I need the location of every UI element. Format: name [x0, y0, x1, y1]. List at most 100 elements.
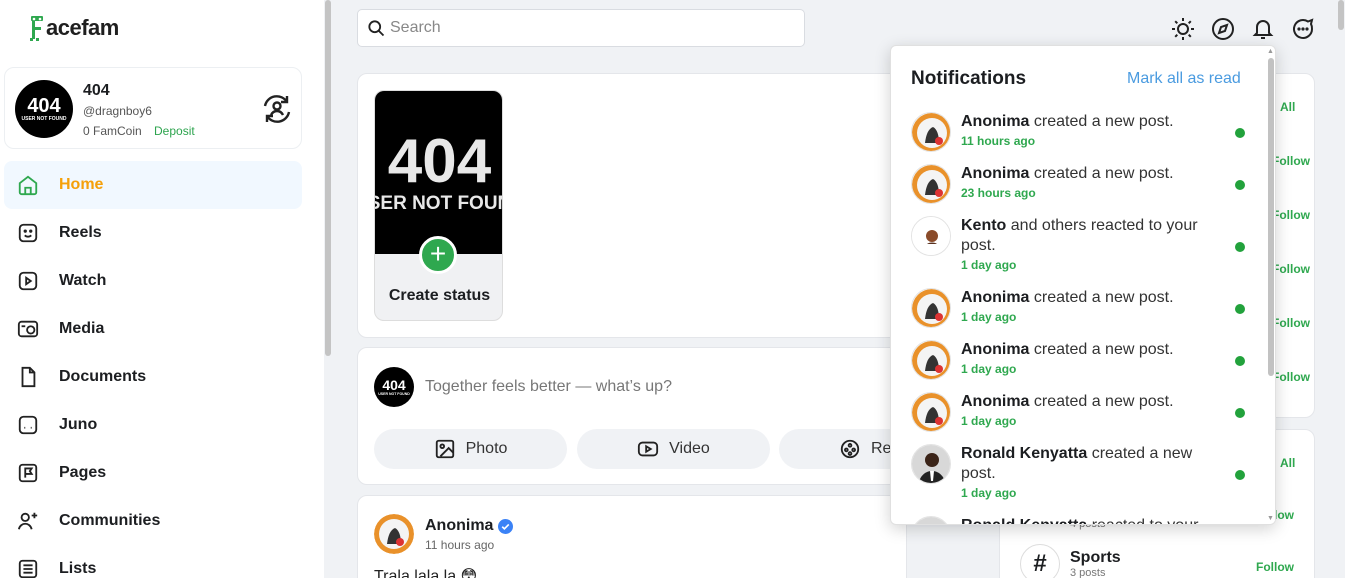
follow-button[interactable]: Follow [1272, 154, 1310, 168]
notifications-dropdown: Notifications Mark all as read Anonima c… [890, 45, 1276, 525]
watch-icon [16, 269, 40, 293]
photo-button[interactable]: Photo [374, 429, 567, 469]
notification-text: Anonima created a new post. [961, 340, 1223, 360]
avatar-subtext: USER NOT FOUND [378, 392, 410, 396]
post-time: 11 hours ago [425, 538, 495, 552]
topic-item[interactable]: # Sports 3 posts [1020, 544, 1121, 578]
avatar[interactable] [911, 516, 951, 524]
chat-icon[interactable] [1291, 17, 1315, 41]
unread-dot [1235, 304, 1245, 314]
page-scrollbar-thumb[interactable] [1338, 0, 1344, 30]
notification-action: created a new post. [1029, 341, 1174, 358]
sidebar-item-juno[interactable]: Juno [4, 401, 302, 449]
notification-time: 1 day ago [961, 310, 1017, 324]
avatar[interactable] [911, 112, 951, 152]
notification-time: 1 day ago [961, 258, 1017, 272]
sidebar-item-media[interactable]: Media [4, 305, 302, 353]
sun-icon[interactable] [1171, 17, 1195, 41]
unread-dot [1235, 128, 1245, 138]
media-icon [16, 317, 40, 341]
see-all-link[interactable]: All [1280, 100, 1295, 114]
profile-card[interactable]: 404 USER NOT FOUND 404 @dragnboy6 0 FamC… [4, 67, 302, 149]
sidebar-item-label: Reels [59, 224, 102, 241]
unread-dot [1235, 470, 1245, 480]
unread-dot [1235, 408, 1245, 418]
notification-action: reacted to your [1087, 517, 1199, 524]
sidebar-nav: Home Reels Watch Media Documents Juno Pa… [4, 161, 302, 578]
avatar[interactable]: 404 USER NOT FOUND [15, 80, 73, 138]
follow-button[interactable]: Follow [1272, 262, 1310, 276]
avatar[interactable]: 404 USER NOT FOUND [374, 367, 414, 407]
topic-post-count: 3 posts [1070, 567, 1106, 578]
scroll-down-icon[interactable]: ▼ [1267, 515, 1274, 522]
avatar[interactable] [911, 216, 951, 256]
notification-actor[interactable]: Anonima [961, 393, 1029, 410]
sidebar-item-communities[interactable]: Communities [4, 497, 302, 545]
profile-handle: @dragnboy6 [83, 104, 152, 118]
status-image-text: 404 [387, 126, 492, 196]
post-text: Trala lala la 😳 [374, 568, 478, 578]
scroll-up-icon[interactable]: ▲ [1267, 48, 1274, 55]
add-user-icon [16, 509, 40, 533]
notification-time: 1 day ago [961, 486, 1017, 500]
notification-time: 1 day ago [961, 414, 1017, 428]
famcoin-balance: 0 FamCoin [83, 124, 142, 138]
composer-input[interactable]: Together feels better — what’s up? [425, 378, 672, 396]
post-author[interactable]: Anonima [425, 517, 514, 535]
notification-actor[interactable]: Kento [961, 217, 1006, 234]
post-composer: 404 USER NOT FOUND Together feels better… [357, 347, 908, 485]
status-image: 404 USER NOT FOUND [375, 91, 502, 254]
avatar[interactable] [911, 340, 951, 380]
page-scrollbar[interactable] [1336, 0, 1345, 578]
deposit-link[interactable]: Deposit [154, 124, 195, 138]
brand-logo[interactable]: acefam [29, 14, 119, 42]
sidebar-item-label: Communities [59, 512, 161, 529]
follow-button[interactable]: Follow [1256, 560, 1294, 574]
notification-action: created a new post. [1029, 393, 1174, 410]
juno-icon [16, 413, 40, 437]
notification-text: Anonima created a new post. [961, 112, 1223, 132]
mark-all-read-link[interactable]: Mark all as read [1127, 70, 1241, 88]
sidebar-item-home[interactable]: Home [4, 161, 302, 209]
compass-icon[interactable] [1211, 17, 1235, 41]
follow-button[interactable]: Follow [1272, 370, 1310, 384]
avatar[interactable] [911, 164, 951, 204]
notification-actor[interactable]: Anonima [961, 165, 1029, 182]
notification-actor[interactable]: Ronald Kenyatta [961, 445, 1087, 462]
avatar[interactable] [374, 514, 414, 554]
notification-actor[interactable]: Anonima [961, 289, 1029, 306]
sidebar-item-watch[interactable]: Watch [4, 257, 302, 305]
avatar-subtext: USER NOT FOUND [21, 116, 67, 122]
create-status-tile[interactable]: 404 USER NOT FOUND + Create status [374, 90, 503, 321]
search-icon [366, 18, 386, 38]
add-status-icon[interactable]: + [419, 236, 457, 274]
search-bar[interactable] [357, 9, 805, 47]
notification-action: created a new post. [1029, 113, 1174, 130]
sidebar-item-label: Pages [59, 464, 107, 481]
sidebar-scrollbar-thumb[interactable] [325, 0, 331, 356]
notification-actor[interactable]: Ronald Kenyatta [961, 517, 1087, 524]
search-input[interactable] [390, 19, 790, 37]
switch-account-icon[interactable] [260, 92, 294, 126]
sidebar-item-lists[interactable]: Lists [4, 545, 302, 578]
avatar[interactable] [911, 444, 951, 484]
see-all-link[interactable]: All [1280, 456, 1295, 470]
video-button[interactable]: Video [577, 429, 770, 469]
reel-button[interactable]: Re [779, 429, 908, 469]
avatar[interactable] [911, 392, 951, 432]
follow-button[interactable]: Follow [1272, 208, 1310, 222]
sidebar-item-reels[interactable]: Reels [4, 209, 302, 257]
sidebar-item-documents[interactable]: Documents [4, 353, 302, 401]
sidebar-item-pages[interactable]: Pages [4, 449, 302, 497]
notification-actor[interactable]: Anonima [961, 113, 1029, 130]
home-icon [16, 173, 40, 197]
alien-logo-icon [29, 14, 45, 42]
notifications-scrollbar-thumb[interactable] [1268, 58, 1274, 376]
topic-name: Sports [1070, 549, 1121, 566]
notification-action: created a new post. [1029, 165, 1174, 182]
bell-icon[interactable] [1251, 17, 1275, 41]
avatar[interactable] [911, 288, 951, 328]
notification-actor[interactable]: Anonima [961, 341, 1029, 358]
sidebar-item-label: Media [59, 320, 105, 337]
follow-button[interactable]: Follow [1272, 316, 1310, 330]
